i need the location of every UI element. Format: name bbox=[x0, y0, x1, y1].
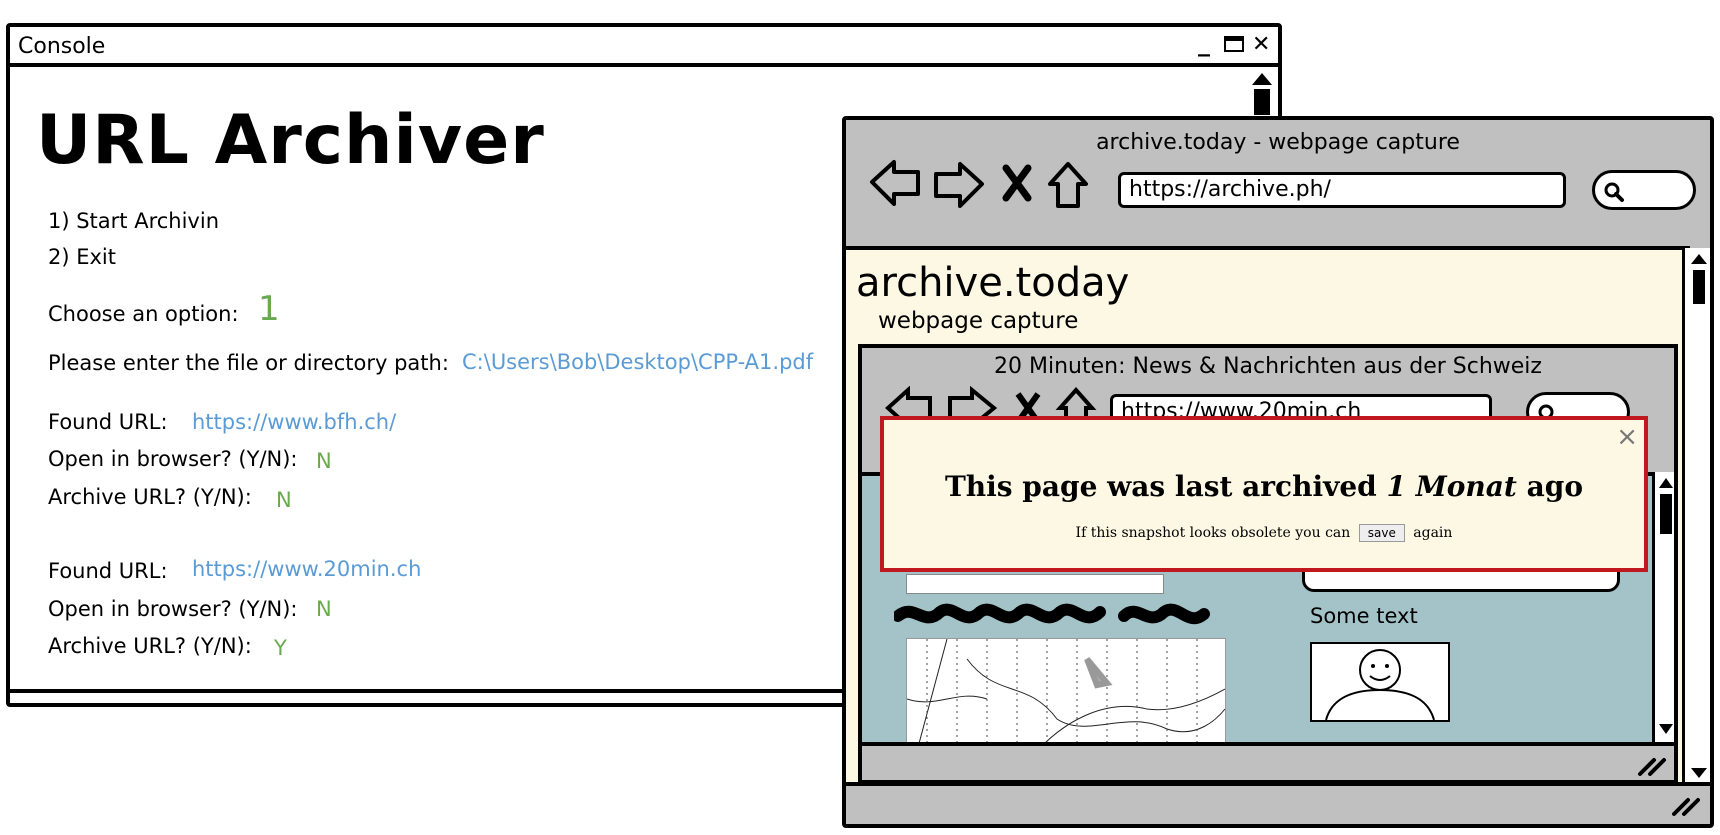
found-url-value: https://www.20min.ch bbox=[192, 557, 422, 581]
scroll-down-icon bbox=[1659, 724, 1673, 734]
path-label: Please enter the file or directory path: bbox=[48, 351, 449, 375]
site-title: archive.today bbox=[856, 260, 1130, 306]
map-image bbox=[906, 638, 1226, 742]
menu-item-exit: 2) Exit bbox=[48, 245, 116, 269]
scroll-up-icon bbox=[1252, 73, 1272, 85]
search-icon bbox=[1604, 182, 1624, 202]
image-placeholder bbox=[906, 574, 1164, 594]
open-browser-label: Open in browser? (Y/N): bbox=[48, 597, 298, 621]
save-button[interactable]: save bbox=[1358, 524, 1405, 542]
heading-time: 1 Monat bbox=[1386, 470, 1517, 503]
browser-title: archive.today - webpage capture bbox=[1096, 130, 1460, 155]
choose-label: Choose an option: bbox=[48, 302, 239, 326]
scroll-up-icon bbox=[1691, 254, 1707, 264]
archive-popup: × This page was last archived 1 Monat ag… bbox=[880, 416, 1648, 572]
maximize-button[interactable] bbox=[1224, 36, 1244, 52]
note-text: If this snapshot looks obsolete you can bbox=[1075, 525, 1351, 541]
heading-suffix: ago bbox=[1526, 470, 1584, 503]
site-subtitle: webpage capture bbox=[878, 308, 1079, 334]
console-title: Console bbox=[18, 34, 106, 59]
found-url-label: Found URL: bbox=[48, 559, 168, 583]
stop-icon[interactable] bbox=[1002, 164, 1032, 202]
open-browser-label: Open in browser? (Y/N): bbox=[48, 447, 298, 471]
found-url-value: https://www.bfh.ch/ bbox=[192, 410, 397, 434]
home-icon[interactable] bbox=[1048, 162, 1088, 208]
scroll-thumb bbox=[1660, 494, 1672, 534]
choose-value: 1 bbox=[258, 289, 280, 329]
note-suffix: again bbox=[1413, 525, 1453, 541]
popup-note: If this snapshot looks obsolete you can … bbox=[884, 524, 1644, 542]
close-icon[interactable]: × bbox=[1616, 422, 1638, 452]
search-box[interactable] bbox=[1592, 170, 1696, 210]
scroll-thumb bbox=[1254, 89, 1270, 115]
inner-scrollbar[interactable] bbox=[1652, 472, 1674, 742]
resize-grip-icon[interactable] bbox=[1636, 752, 1670, 778]
scroll-thumb bbox=[1693, 270, 1705, 304]
scroll-up-icon bbox=[1659, 478, 1673, 488]
app-title: URL Archiver bbox=[36, 101, 545, 180]
archive-url-value: Y bbox=[274, 636, 287, 660]
back-icon[interactable] bbox=[870, 160, 920, 206]
forward-icon[interactable] bbox=[934, 162, 984, 208]
browser-status-bar bbox=[846, 782, 1710, 824]
console-scrollbar[interactable] bbox=[1250, 71, 1274, 115]
open-browser-value: N bbox=[316, 597, 332, 621]
resize-grip-icon[interactable] bbox=[1670, 792, 1704, 818]
inner-status-bar bbox=[862, 742, 1674, 780]
minimize-button[interactable]: _ bbox=[1198, 31, 1210, 55]
browser-nav-icons bbox=[870, 160, 1088, 208]
menu-item-start: 1) Start Archivin bbox=[48, 209, 220, 233]
archive-url-value: N bbox=[276, 488, 292, 512]
browser-scrollbar[interactable] bbox=[1682, 248, 1710, 784]
smiley-icon bbox=[1325, 649, 1435, 721]
open-browser-value: N bbox=[316, 449, 332, 473]
close-button[interactable]: ✕ bbox=[1252, 33, 1270, 57]
path-value: C:\Users\Bob\Desktop\CPP-A1.pdf bbox=[462, 350, 814, 374]
scroll-down-icon bbox=[1691, 768, 1707, 778]
found-url-label: Found URL: bbox=[48, 410, 168, 434]
address-bar[interactable]: https://archive.ph/ bbox=[1118, 172, 1566, 208]
console-titlebar[interactable]: Console _ ✕ bbox=[10, 27, 1278, 67]
popup-heading: This page was last archived 1 Monat ago bbox=[884, 470, 1644, 503]
avatar-placeholder bbox=[1310, 642, 1450, 722]
heading-text: This page was last archived bbox=[944, 470, 1377, 503]
some-text: Some text bbox=[1310, 604, 1418, 628]
archive-url-label: Archive URL? (Y/N): bbox=[48, 485, 252, 509]
scribble-text bbox=[894, 603, 1210, 625]
inner-browser-title: 20 Minuten: News & Nachrichten aus der S… bbox=[994, 354, 1542, 379]
archive-url-label: Archive URL? (Y/N): bbox=[48, 634, 252, 658]
